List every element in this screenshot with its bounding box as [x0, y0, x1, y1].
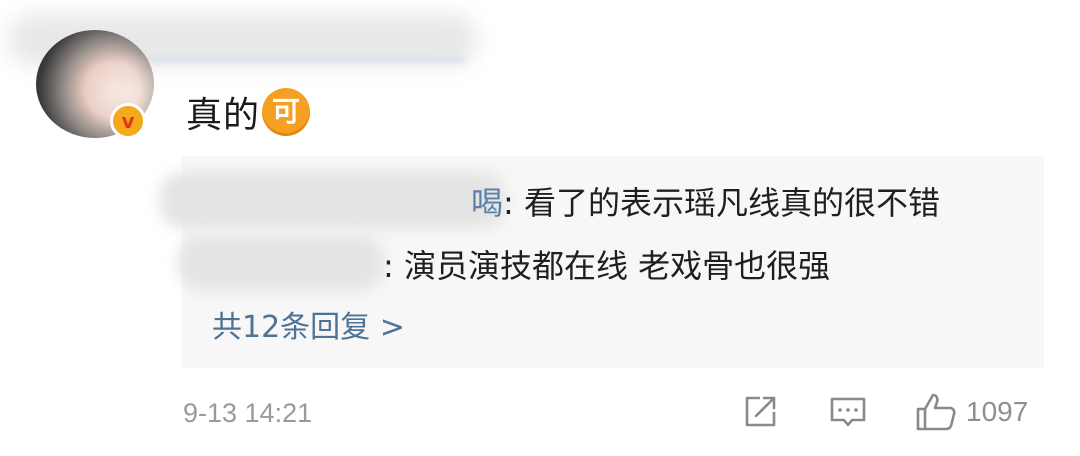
redacted-reply-name [160, 172, 505, 228]
verified-badge-glyph: v [121, 109, 135, 133]
like-count: 1097 [966, 396, 1029, 427]
share-icon [745, 396, 776, 427]
ke-emoji-icon: 可 [262, 88, 311, 136]
comment-card: v 真的 可 喝 : 看了的表示瑶凡线真的很不错 : 演员演技都在线 老戏骨也很… [0, 0, 1080, 456]
share-button[interactable] [740, 390, 780, 434]
thumbs-up-icon [916, 393, 956, 431]
emoji-label: 可 [272, 95, 301, 128]
reply-item[interactable]: : 演员演技都在线 老戏骨也很强 [383, 244, 831, 285]
verified-badge: v [110, 103, 146, 139]
redacted-reply-name [178, 236, 383, 290]
more-replies-link[interactable]: 共12条回复 > [212, 304, 405, 345]
like-button[interactable]: 1097 [914, 390, 1028, 434]
comment-icon [830, 397, 866, 427]
reply-text: : 看了的表示瑶凡线真的很不错 [503, 184, 940, 222]
reply-item[interactable]: 喝 : 看了的表示瑶凡线真的很不错 [471, 178, 940, 224]
redacted-username-edge [120, 56, 465, 62]
comment-button[interactable] [828, 390, 868, 434]
comment-text: 真的 [186, 95, 261, 136]
reply-author-tail[interactable]: 喝 [471, 178, 503, 224]
comment-body: 真的 可 [186, 86, 311, 138]
timestamp: 9-13 14:21 [183, 397, 313, 428]
reply-text: : 演员演技都在线 老戏骨也很强 [383, 247, 831, 285]
